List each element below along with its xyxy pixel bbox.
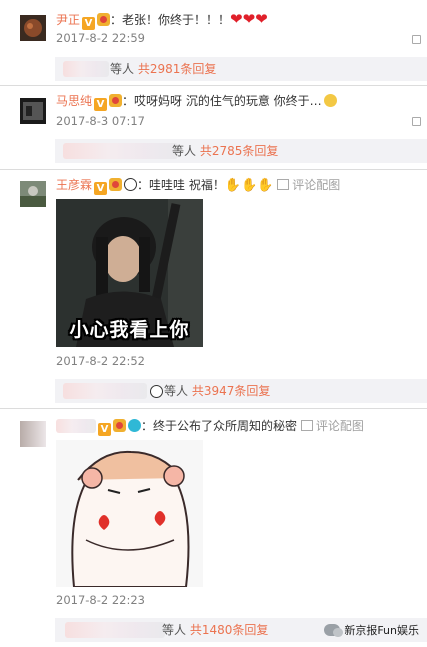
blurred-usernames [63, 143, 178, 159]
comment-image[interactable]: 小心我看上你 [56, 199, 203, 347]
member-crown-icon [113, 419, 126, 432]
reply-count-link[interactable]: 共2981条回复 [138, 62, 217, 76]
avatar[interactable] [20, 15, 46, 41]
avatar[interactable] [20, 421, 46, 447]
reply-summary-text: 等人 共3947条回复 [164, 384, 271, 398]
blurred-usernames [65, 622, 165, 638]
wechat-icon [324, 624, 344, 637]
reply-icon[interactable] [412, 35, 421, 44]
reply-count-link[interactable]: 共1480条回复 [190, 623, 269, 637]
comment-header: V ：终于公布了众所周知的秘密 评论配图 [56, 416, 364, 436]
divider [0, 169, 427, 170]
heart-emoji-icon: ❤❤❤ [230, 10, 268, 28]
divider [0, 85, 427, 86]
panda-icon [150, 385, 163, 398]
comment-date: 2017-8-2 22:52 [56, 354, 145, 368]
comment-text: ：哎呀妈呀 沉的住气的玩意 你终于… [122, 94, 322, 108]
comment-with-image-link[interactable]: 评论配图 [300, 419, 364, 433]
image-icon [300, 420, 313, 431]
verified-icon: V [94, 182, 108, 195]
reply-summary[interactable]: 等人 共2785条回复 [55, 139, 427, 163]
reply-count-link[interactable]: 共2785条回复 [200, 144, 279, 158]
reply-icon[interactable] [412, 117, 421, 126]
watermark: 新京报Fun娱乐 [324, 622, 419, 638]
username[interactable]: 马思纯 [56, 94, 92, 108]
comment-header: 王彦霖 V ：哇哇哇 祝福！✋✋✋ 评论配图 [56, 177, 340, 195]
avatar[interactable] [20, 98, 46, 124]
reply-summary[interactable]: 等人 共2981条回复 [55, 57, 427, 81]
comment-text: ：终于公布了众所周知的秘密 [141, 419, 298, 433]
image-icon [277, 179, 290, 190]
comment-date: 2017-8-2 22:59 [56, 31, 145, 45]
blurred-usernames [63, 383, 147, 399]
watermark-text: 新京报Fun娱乐 [344, 624, 419, 637]
divider [0, 408, 427, 409]
panda-icon [124, 178, 138, 191]
member-crown-icon [97, 13, 111, 26]
comment-text: ：哇哇哇 祝福！ [137, 178, 225, 192]
laughing-emoji-icon [323, 94, 337, 107]
username[interactable]: 王彦霖 [56, 178, 92, 192]
blurred-username [56, 419, 96, 433]
verified-icon: V [94, 98, 108, 111]
verified-icon: V [98, 423, 111, 436]
comment-date: 2017-8-2 22:23 [56, 593, 145, 607]
reply-summary[interactable]: 等人 共3947条回复 [55, 379, 427, 403]
member-crown-icon [109, 94, 123, 107]
reply-summary-text: 等人 共1480条回复 [162, 623, 269, 637]
reply-summary-text: 等人 共2785条回复 [172, 144, 279, 158]
comment-header: 马思纯 V ：哎呀妈呀 沉的住气的玩意 你终于… [56, 93, 337, 111]
comment-text: ：老张！你终于！！！ [110, 13, 231, 27]
comment-header: 尹正 V ：老张！你终于！！！❤❤❤ [56, 11, 268, 30]
image-caption: 小心我看上你 [69, 319, 190, 341]
avatar[interactable] [20, 181, 46, 207]
verified-icon: V [82, 17, 96, 30]
reply-summary-text: 等人 共2981条回复 [110, 62, 217, 76]
comment-with-image-link[interactable]: 评论配图 [277, 178, 340, 192]
comment-date: 2017-8-3 07:17 [56, 114, 145, 128]
comment-image[interactable] [56, 440, 203, 587]
blurred-usernames [63, 61, 109, 77]
member-crown-icon [109, 178, 123, 191]
reply-count-link[interactable]: 共3947条回复 [192, 384, 271, 398]
hands-emoji-icon: ✋✋✋ [224, 178, 274, 193]
level-icon [128, 419, 141, 432]
cartoon-sticker-image [56, 440, 203, 587]
username[interactable]: 尹正 [56, 13, 80, 27]
